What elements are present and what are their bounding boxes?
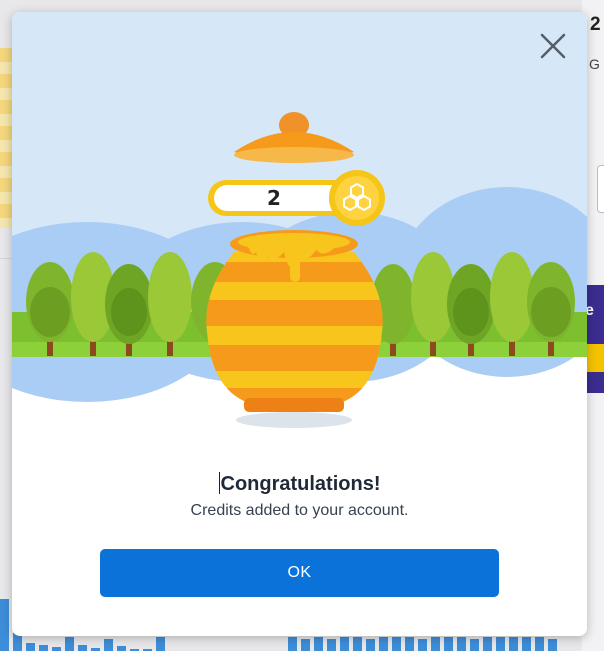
credits-dialog: 2 Congratulations! Credits added to your… <box>12 12 587 636</box>
dialog-title-text: Congratulations! <box>220 473 381 495</box>
background-bar <box>104 639 113 651</box>
background-bar <box>117 646 126 651</box>
credit-count-text: 2 <box>267 186 281 210</box>
background-heading: 2 <box>590 14 601 35</box>
background-bar <box>52 647 61 651</box>
background-bar <box>39 645 48 651</box>
background-input-box <box>597 165 604 213</box>
background-bar <box>418 639 427 651</box>
background-bar <box>548 639 557 651</box>
background-bar <box>535 637 544 651</box>
background-bar <box>26 643 35 651</box>
background-bar <box>405 637 414 651</box>
background-bar <box>327 639 336 651</box>
background-bar <box>392 637 401 651</box>
close-button[interactable] <box>537 30 569 62</box>
background-bar <box>340 637 349 651</box>
background-bar <box>483 637 492 651</box>
background-bar <box>366 639 375 651</box>
pot-shadow <box>236 412 352 428</box>
background-bar <box>156 637 165 651</box>
honey-pot-illustration: 2 <box>12 12 587 442</box>
background-bar <box>288 637 297 651</box>
background-bar <box>444 637 453 651</box>
background-bar <box>65 637 74 651</box>
background-bar <box>522 637 531 651</box>
text-cursor <box>218 472 220 494</box>
ok-button[interactable]: OK <box>100 549 499 597</box>
background-bar <box>470 639 479 651</box>
dialog-message: Credits added to your account. <box>190 502 409 519</box>
background-honeycomb <box>0 48 12 228</box>
background-subtext: G <box>589 56 600 72</box>
background-bar <box>353 637 362 651</box>
dialog-title: Congratulations! <box>12 472 587 496</box>
background-bar <box>457 637 466 651</box>
background-bar <box>301 639 310 651</box>
background-bar <box>0 599 9 651</box>
background-banner-stripe <box>586 344 604 372</box>
close-icon <box>540 33 566 59</box>
background-bar <box>78 645 87 651</box>
background-bar <box>496 637 505 651</box>
background-bar-chart-right <box>288 637 557 651</box>
background-bar <box>379 637 388 651</box>
background-bar <box>431 637 440 651</box>
background-bar <box>509 637 518 651</box>
background-bar <box>314 637 323 651</box>
